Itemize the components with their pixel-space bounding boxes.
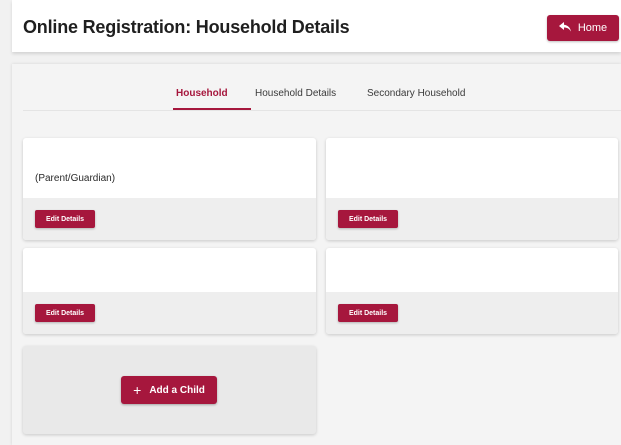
tab-secondary-household[interactable]: Secondary Household (367, 88, 465, 99)
household-card-3: Edit Details (23, 248, 316, 334)
reply-arrow-icon (558, 21, 571, 35)
card-footer: Edit Details (23, 198, 316, 240)
tab-household-details[interactable]: Household Details (255, 88, 336, 99)
add-child-button[interactable]: + Add a Child (121, 376, 217, 404)
edit-details-button[interactable]: Edit Details (338, 210, 398, 228)
page-title: Online Registration: Household Details (23, 17, 350, 37)
plus-icon: + (133, 382, 142, 398)
card-footer: Edit Details (23, 292, 316, 334)
edit-details-button[interactable]: Edit Details (338, 304, 398, 322)
tab-bar: Household Household Details Secondary Ho… (23, 64, 621, 111)
add-child-card: + Add a Child (23, 346, 316, 434)
card-role-text: (Parent/Guardian) (35, 173, 116, 184)
tab-household[interactable]: Household (176, 88, 228, 99)
household-card-2: Edit Details (326, 138, 618, 240)
edit-details-button[interactable]: Edit Details (35, 304, 95, 322)
household-card-4: Edit Details (326, 248, 618, 334)
card-footer: Edit Details (326, 198, 618, 240)
edit-details-button[interactable]: Edit Details (35, 210, 95, 228)
home-button[interactable]: Home (547, 15, 619, 41)
active-tab-indicator (173, 108, 251, 110)
registration-panel: Household Household Details Secondary Ho… (12, 64, 621, 445)
home-button-label: Home (577, 22, 608, 34)
household-card-1: (Parent/Guardian) Edit Details (23, 138, 316, 240)
page-header: Online Registration: Household Details H… (12, 0, 621, 52)
card-footer: Edit Details (326, 292, 618, 334)
add-child-label: Add a Child (149, 384, 205, 396)
